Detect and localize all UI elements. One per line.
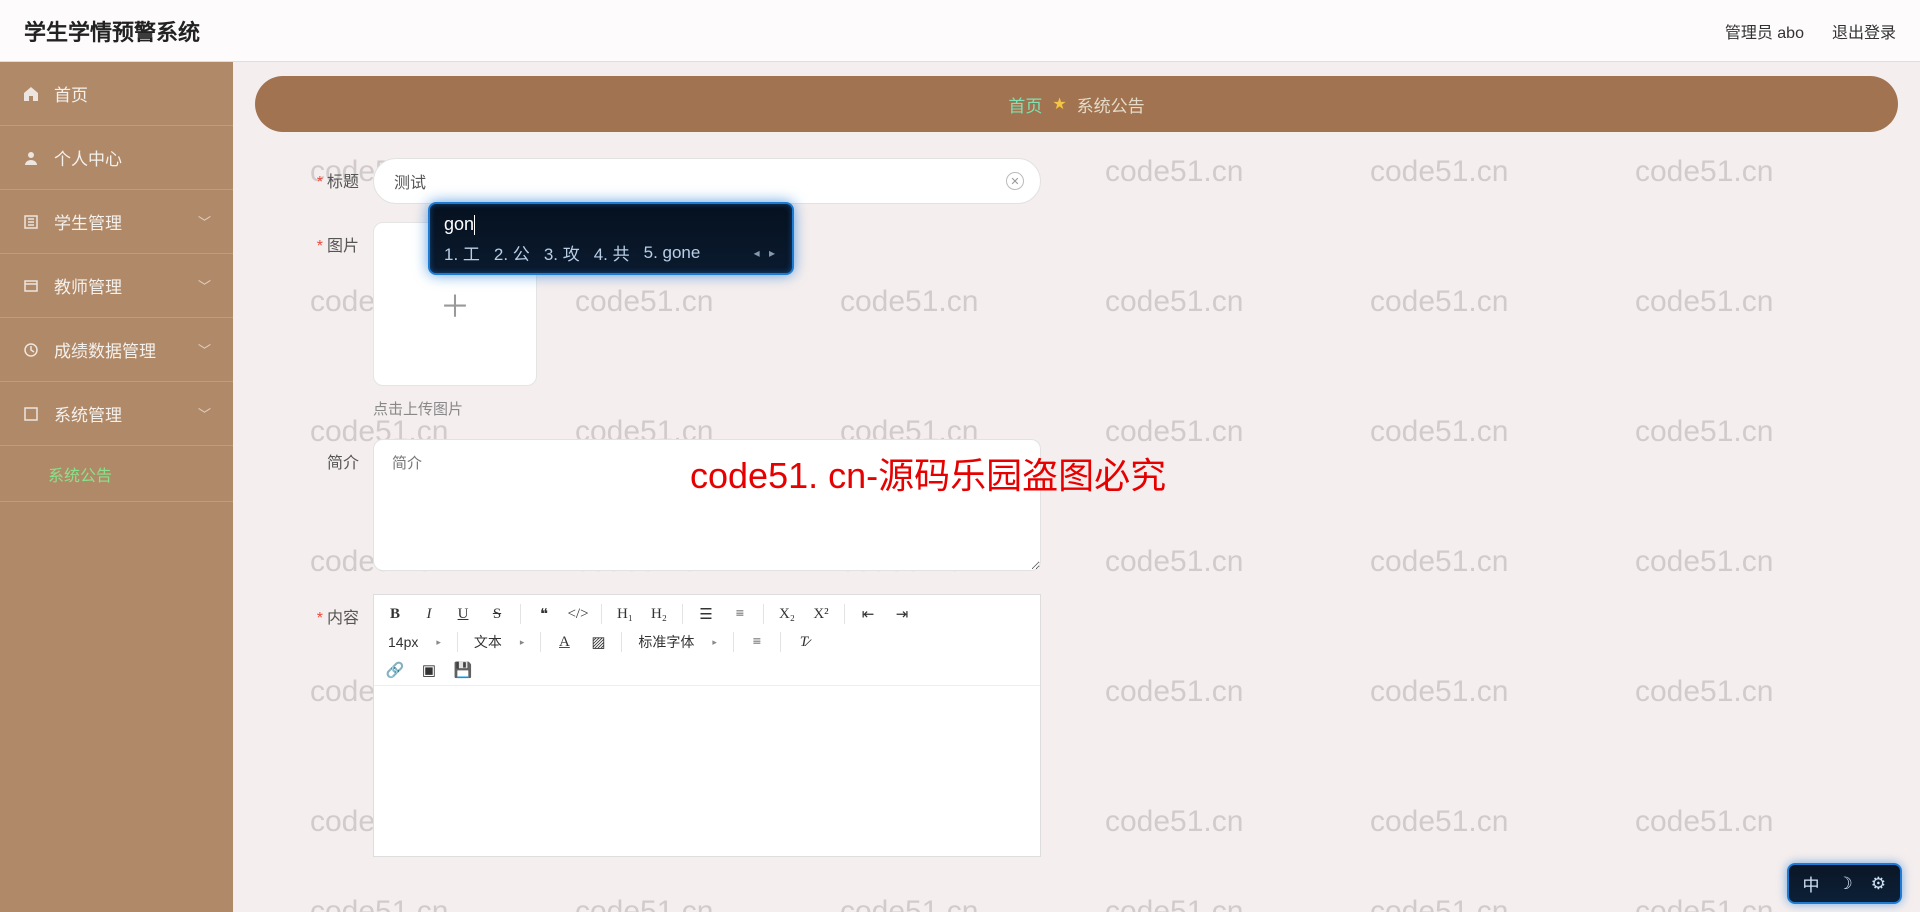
ime-nav-icon[interactable]: ◂ ▸	[754, 246, 778, 260]
summary-textarea[interactable]	[373, 439, 1041, 571]
italic-button[interactable]: I	[418, 603, 440, 625]
link-button[interactable]: 🔗	[384, 659, 406, 681]
sidebar-label: 个人中心	[54, 145, 122, 170]
separator	[621, 632, 622, 652]
title-label: *标题	[255, 158, 373, 192]
separator	[763, 604, 764, 624]
chevron-down-icon: ﹀	[198, 404, 211, 423]
sidebar-item-grades[interactable]: 成绩数据管理 ﹀	[0, 318, 233, 382]
breadcrumb-home[interactable]: 首页	[1008, 92, 1042, 117]
teacher-icon	[22, 277, 40, 295]
summary-label: 简介	[255, 439, 373, 473]
image-label: *图片	[255, 222, 373, 256]
separator	[457, 632, 458, 652]
star-icon: ★	[1052, 94, 1066, 114]
clear-icon[interactable]: ✕	[1006, 172, 1024, 190]
ime-typed-text: gon	[444, 214, 778, 240]
text-color-button[interactable]: A	[553, 631, 575, 653]
separator	[682, 604, 683, 624]
font-size-select[interactable]: 14px▸	[384, 634, 445, 650]
current-user-label[interactable]: 管理员 abo	[1725, 19, 1804, 43]
ordered-list-button[interactable]: ☰	[695, 603, 717, 625]
ime-candidate[interactable]: 5. gone	[644, 243, 701, 263]
system-icon	[22, 405, 40, 423]
sidebar-label: 系统管理	[54, 401, 122, 426]
separator	[733, 632, 734, 652]
list-icon	[22, 213, 40, 231]
sidebar-label: 学生管理	[54, 209, 122, 234]
font-family-select[interactable]: 标准字体▸	[634, 632, 721, 652]
upload-hint: 点击上传图片	[373, 398, 491, 419]
sidebar-label: 首页	[54, 81, 88, 106]
sidebar-item-teachers[interactable]: 教师管理 ﹀	[0, 254, 233, 318]
separator	[540, 632, 541, 652]
unordered-list-button[interactable]: ≡	[729, 603, 751, 625]
ime-candidate[interactable]: 1. 工	[444, 240, 480, 265]
separator	[520, 604, 521, 624]
text-style-select[interactable]: 文本▸	[470, 632, 529, 652]
content-label: *内容	[255, 594, 373, 628]
sidebar-label: 教师管理	[54, 273, 122, 298]
underline-button[interactable]: U	[452, 603, 474, 625]
breadcrumb: 首页 ★ 系统公告	[255, 76, 1898, 132]
save-button[interactable]: 💾	[452, 659, 474, 681]
align-button[interactable]: ≡	[746, 631, 768, 653]
ime-candidate[interactable]: 4. 共	[594, 240, 630, 265]
editor-content[interactable]	[374, 686, 1040, 856]
data-icon	[22, 341, 40, 359]
subscript-button[interactable]: X₂	[776, 603, 798, 625]
logout-link[interactable]: 退出登录	[1832, 19, 1896, 43]
sidebar-item-home[interactable]: 首页	[0, 62, 233, 126]
h2-button[interactable]: H₂	[648, 603, 670, 625]
superscript-button[interactable]: X²	[810, 603, 832, 625]
chevron-down-icon: ﹀	[198, 212, 211, 231]
image-button[interactable]: ▣	[418, 659, 440, 681]
app-header: 学生学情预警系统 管理员 abo 退出登录	[0, 0, 1920, 62]
title-input[interactable]	[394, 172, 994, 190]
sidebar-item-system[interactable]: 系统管理 ﹀	[0, 382, 233, 446]
chevron-down-icon: ﹀	[198, 276, 211, 295]
separator	[780, 632, 781, 652]
ime-candidate[interactable]: 2. 公	[494, 240, 530, 265]
chevron-down-icon: ﹀	[198, 340, 211, 359]
sidebar-subitem-announcements[interactable]: 系统公告	[0, 446, 233, 502]
rich-text-editor: B I U S ❝ </> H₁ H₂ ☰ ≡	[373, 594, 1041, 857]
indent-button[interactable]: ⇥	[891, 603, 913, 625]
ime-candidate-popup: gon 1. 工 2. 公 3. 攻 4. 共 5. gone ◂ ▸	[428, 202, 794, 275]
sidebar-label: 成绩数据管理	[54, 337, 156, 362]
ime-mode-toggle[interactable]: 中	[1803, 871, 1820, 896]
ime-settings-icon[interactable]: ⚙	[1871, 874, 1886, 894]
user-icon	[22, 149, 40, 167]
title-input-wrap: ✕	[373, 158, 1041, 204]
strikethrough-button[interactable]: S	[486, 603, 508, 625]
separator	[844, 604, 845, 624]
main-content: 首页 ★ 系统公告 *标题 ✕ *图片 ＋	[233, 62, 1920, 912]
sidebar-item-profile[interactable]: 个人中心	[0, 126, 233, 190]
clear-format-button[interactable]: T̷	[793, 631, 815, 653]
quote-button[interactable]: ❝	[533, 603, 555, 625]
bg-color-button[interactable]: ▨	[587, 631, 609, 653]
bold-button[interactable]: B	[384, 603, 406, 625]
separator	[601, 604, 602, 624]
sidebar-item-students[interactable]: 学生管理 ﹀	[0, 190, 233, 254]
outdent-button[interactable]: ⇤	[857, 603, 879, 625]
breadcrumb-current: 系统公告	[1077, 92, 1145, 117]
code-button[interactable]: </>	[567, 603, 589, 625]
ime-moon-icon[interactable]: ☽	[1838, 874, 1853, 894]
home-icon	[22, 85, 40, 103]
h1-button[interactable]: H₁	[614, 603, 636, 625]
ime-candidate[interactable]: 3. 攻	[544, 240, 580, 265]
editor-toolbar: B I U S ❝ </> H₁ H₂ ☰ ≡	[374, 595, 1040, 686]
plus-icon: ＋	[440, 282, 470, 326]
app-title: 学生学情预警系统	[24, 15, 200, 47]
sidebar: 首页 个人中心 学生管理 ﹀ 教师管理 ﹀ 成绩数据管理	[0, 62, 233, 912]
ime-status-bar: 中 ☽ ⚙	[1787, 863, 1903, 904]
